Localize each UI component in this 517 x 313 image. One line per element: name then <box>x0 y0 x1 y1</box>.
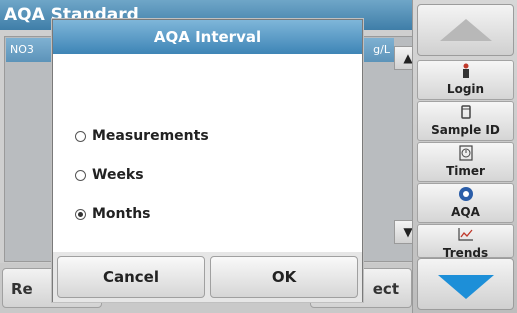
container-icon <box>418 104 513 122</box>
radio-unchecked-icon <box>75 130 86 142</box>
dialog-body: Measurements Weeks Months <box>53 54 362 253</box>
ok-button[interactable]: OK <box>210 256 358 298</box>
sidebar-sample-id-button[interactable]: Sample ID <box>417 101 514 141</box>
radio-option-measurements[interactable]: Measurements <box>75 124 209 148</box>
aqa-icon <box>418 186 513 204</box>
sidebar-trends-button[interactable]: Trends <box>417 224 514 260</box>
timer-icon <box>418 145 513 163</box>
list-header-unit: g/L <box>373 43 390 56</box>
dialog-title: AQA Interval <box>53 20 362 54</box>
right-sidebar: Login Sample ID Timer AQA Trends <box>412 0 517 313</box>
dialog-footer: Cancel OK <box>53 252 362 302</box>
sidebar-sample-id-label: Sample ID <box>431 123 500 137</box>
sidebar-login-button[interactable]: Login <box>417 60 514 100</box>
list-header-parameter: NO3 <box>10 43 34 56</box>
sidebar-scroll-up-button[interactable] <box>417 4 514 56</box>
aqa-interval-dialog: AQA Interval Measurements Weeks Months C… <box>52 19 363 302</box>
sidebar-scroll-down-button[interactable] <box>417 258 514 310</box>
radio-unchecked-icon <box>75 169 86 181</box>
cancel-button[interactable]: Cancel <box>57 256 205 298</box>
trend-chart-icon <box>418 227 513 245</box>
sidebar-timer-button[interactable]: Timer <box>417 142 514 182</box>
radio-option-weeks[interactable]: Weeks <box>75 163 144 187</box>
arrow-up-icon <box>440 19 492 41</box>
arrow-down-icon <box>438 275 494 299</box>
radio-option-months[interactable]: Months <box>75 202 151 226</box>
sidebar-aqa-button[interactable]: AQA <box>417 183 514 223</box>
radio-label: Months <box>92 206 151 222</box>
sidebar-timer-label: Timer <box>446 164 485 178</box>
radio-label: Weeks <box>92 167 144 183</box>
sidebar-aqa-label: AQA <box>451 205 480 219</box>
radio-label: Measurements <box>92 128 209 144</box>
sidebar-login-label: Login <box>446 82 485 96</box>
person-icon <box>418 63 513 81</box>
radio-checked-icon <box>75 208 86 220</box>
